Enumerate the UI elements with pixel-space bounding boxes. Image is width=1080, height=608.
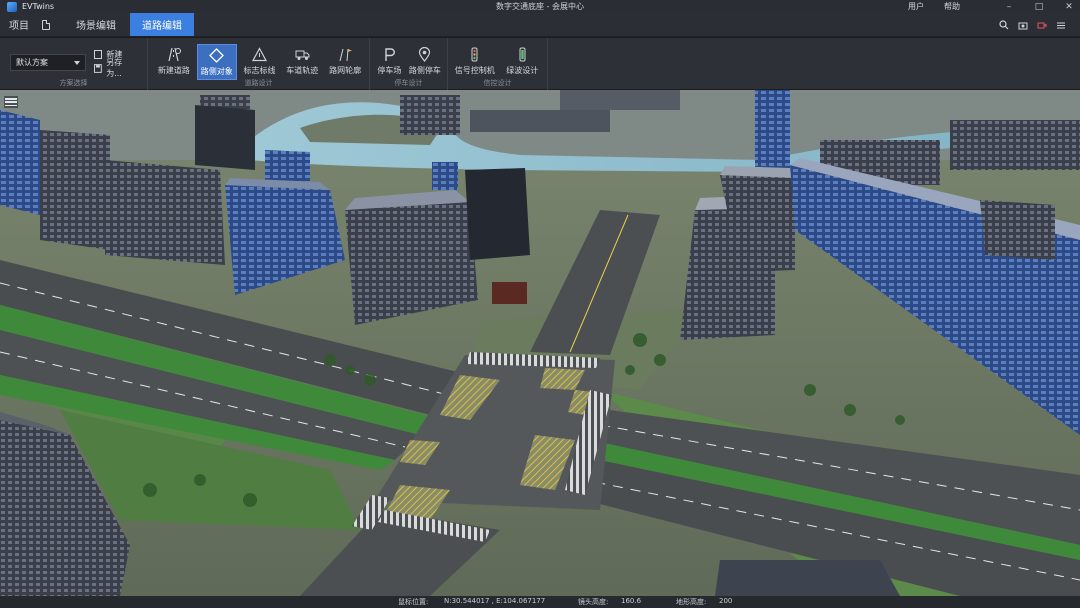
parking-lot-button[interactable]: 停车场 [374, 44, 405, 80]
help-menu[interactable]: 帮助 [944, 1, 960, 12]
title-bar: EVTwins 数字交通底座 - 会展中心 用户 帮助 – □ ✕ [0, 0, 1080, 13]
traffic-light-icon [471, 47, 478, 62]
save-as-button[interactable]: 另存为... [94, 58, 137, 78]
signal-controller-button[interactable]: 信号控制机 [452, 44, 497, 80]
chevron-down-icon [74, 60, 81, 65]
new-road-button[interactable]: 新建道路 [154, 44, 194, 80]
lane-trajectory-button[interactable]: 车道轨迹 [282, 44, 322, 80]
record-video-icon[interactable] [1037, 20, 1047, 30]
mouse-position-label: 鼠标位置: [398, 598, 429, 606]
road-design-group-label: 道路设计 [244, 79, 273, 87]
truck-icon [295, 50, 310, 60]
roadside-parking-button[interactable]: 路侧停车 [407, 44, 443, 80]
app-logo-icon [7, 1, 17, 12]
map-pin-icon [419, 47, 431, 62]
terrain-height-label: 地形高度: [676, 598, 707, 606]
green-wave-label: 绿波设计 [506, 66, 539, 75]
scheme-select-value: 默认方案 [16, 58, 48, 67]
lane-trajectory-label: 车道轨迹 [286, 66, 319, 75]
signal-controller-label: 信号控制机 [454, 66, 495, 75]
camera-height-value: 160.6 [621, 597, 642, 605]
signal-design-group: 信号控制机 绿波设计 信控设计 [448, 38, 548, 90]
parking-lot-label: 停车场 [377, 66, 402, 75]
save-icon [94, 63, 103, 73]
roadside-object-button[interactable]: 路侧对象 [196, 44, 237, 80]
menu-bar: 项目 场景编辑 道路编辑 [0, 13, 1080, 37]
roadside-object-label: 路侧对象 [200, 67, 233, 76]
status-bar: 鼠标位置: N:30.544017 , E:104.067177 镜头高度: 1… [0, 596, 1080, 608]
road-outline-button[interactable]: 路网轮廓 [325, 44, 365, 80]
close-icon[interactable]: ✕ [1064, 2, 1074, 12]
mouse-position-value: N:30.544017 , E:104.067177 [444, 597, 546, 605]
city-scene[interactable] [0, 90, 1080, 596]
scene-viewport[interactable] [0, 90, 1080, 596]
scheme-select[interactable]: 默认方案 [10, 54, 87, 71]
markings-button[interactable]: 标志标线 [240, 44, 280, 80]
road-outline-icon [339, 48, 352, 62]
camera-icon[interactable] [1018, 20, 1028, 30]
parking-icon [385, 48, 395, 61]
road-outline-label: 路网轮廓 [329, 66, 362, 75]
minimize-icon[interactable]: – [1004, 2, 1014, 12]
camera-height-label: 镜头高度: [578, 598, 609, 606]
parking-design-group-label: 停车设计 [394, 79, 423, 87]
parking-design-group: 停车场 路侧停车 停车设计 [370, 38, 448, 90]
app-name: EVTwins [22, 2, 55, 11]
menu-toggle-icon[interactable] [4, 96, 18, 108]
save-as-label: 另存为... [106, 58, 123, 78]
document-icon[interactable] [42, 19, 50, 30]
tab-road-edit[interactable]: 道路编辑 [130, 13, 194, 36]
terrain-height-value: 200 [719, 597, 733, 605]
layers-icon[interactable] [1056, 20, 1066, 30]
markings-label: 标志标线 [243, 66, 276, 75]
green-wave-button[interactable]: 绿波设计 [501, 44, 543, 80]
tab-scene-edit[interactable]: 场景编辑 [64, 13, 128, 36]
location-search-icon[interactable] [999, 20, 1009, 30]
new-road-icon [168, 47, 182, 62]
scheme-group: 默认方案 新建 另存为... 方案选择 [0, 38, 148, 90]
ribbon-toolbar: 默认方案 新建 另存为... 方案选择 新建道路 路侧对象 标志标线 车道轨迹 … [0, 38, 1080, 90]
new-road-label: 新建道路 [157, 66, 190, 75]
maximize-icon[interactable]: □ [1034, 2, 1044, 12]
user-menu[interactable]: 用户 [908, 1, 924, 12]
warning-sign-icon [252, 47, 267, 62]
new-file-icon [94, 49, 103, 59]
road-design-group: 新建道路 路侧对象 标志标线 车道轨迹 路网轮廓 道路设计 [148, 38, 370, 90]
roadside-parking-label: 路侧停车 [408, 66, 441, 75]
green-wave-icon [519, 47, 526, 62]
diamond-icon [209, 48, 225, 63]
scheme-group-label: 方案选择 [59, 79, 88, 87]
menu-project[interactable]: 项目 [0, 13, 38, 36]
signal-design-group-label: 信控设计 [483, 79, 512, 87]
